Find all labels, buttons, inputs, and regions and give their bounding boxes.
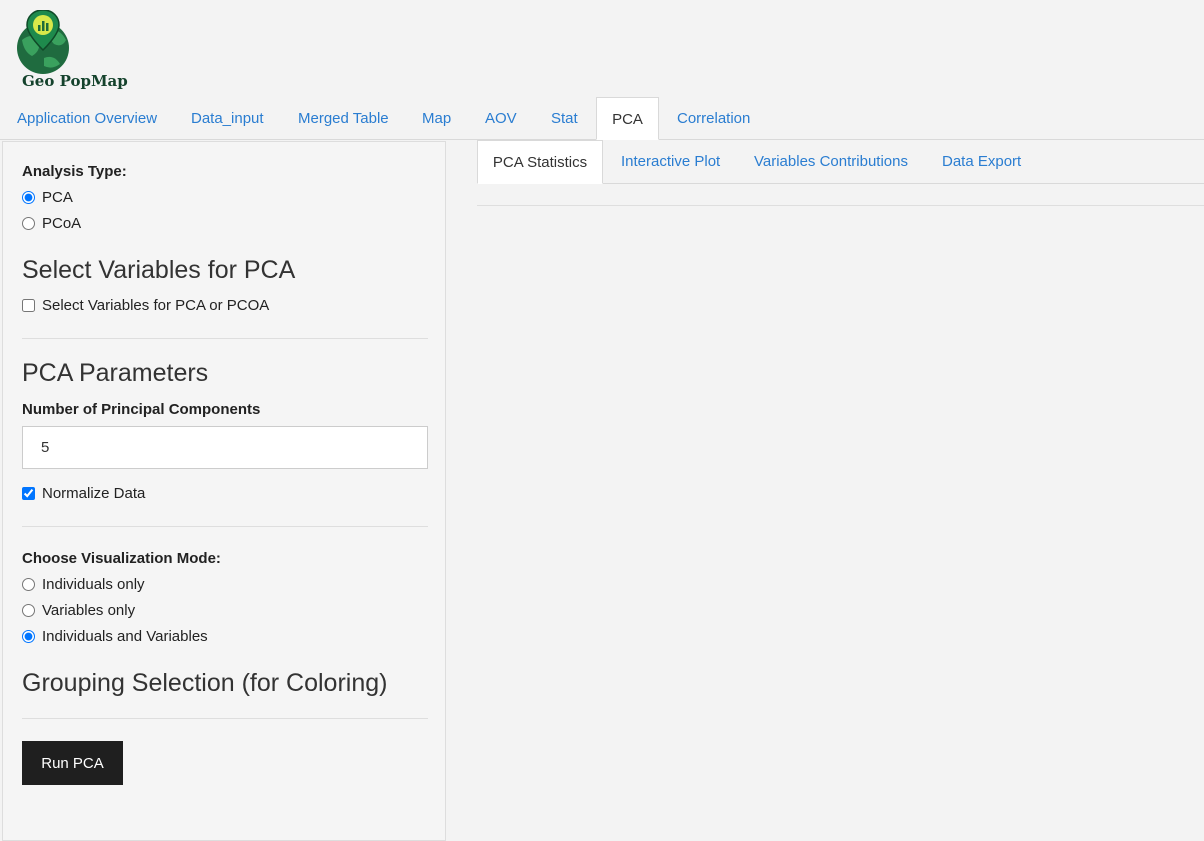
num-components-input[interactable] xyxy=(22,426,428,469)
radio-variables-only-label: Variables only xyxy=(42,602,136,619)
normalize-data-checkbox[interactable] xyxy=(22,487,35,500)
radio-pca-label: PCA xyxy=(42,189,73,206)
tab-merged-table[interactable]: Merged Table xyxy=(298,97,389,140)
tab-data-input[interactable]: Data_input xyxy=(191,97,264,140)
radio-individuals-and-variables-label: Individuals and Variables xyxy=(42,628,208,645)
tab-pca[interactable]: PCA xyxy=(596,97,659,140)
tab-variables-contributions[interactable]: Variables Contributions xyxy=(754,140,908,184)
radio-pcoa[interactable] xyxy=(22,217,35,230)
select-variables-checkbox-label: Select Variables for PCA or PCOA xyxy=(42,297,270,314)
tab-application-overview[interactable]: Application Overview xyxy=(17,97,157,140)
main-nav-tabs: Application Overview Data_input Merged T… xyxy=(0,97,1204,140)
radio-pcoa-label: PCoA xyxy=(42,215,82,232)
divider xyxy=(22,338,428,339)
tab-data-export[interactable]: Data Export xyxy=(942,140,1021,184)
run-pca-button[interactable]: Run PCA xyxy=(22,741,123,785)
viz-mode-label: Choose Visualization Mode: xyxy=(22,550,221,567)
tab-correlation[interactable]: Correlation xyxy=(677,97,750,140)
tab-stat[interactable]: Stat xyxy=(551,97,578,140)
tab-map[interactable]: Map xyxy=(422,97,451,140)
radio-individuals-only-label: Individuals only xyxy=(42,576,145,593)
radio-variables-only[interactable] xyxy=(22,604,35,617)
content-divider xyxy=(477,205,1204,206)
tab-pca-statistics[interactable]: PCA Statistics xyxy=(477,140,603,184)
num-components-label: Number of Principal Components xyxy=(22,401,261,418)
select-variables-checkbox[interactable] xyxy=(22,299,35,312)
pca-sidebar-panel: Analysis Type: PCA PCoA Select Variables… xyxy=(2,141,446,841)
radio-individuals-and-variables[interactable] xyxy=(22,630,35,643)
divider xyxy=(22,718,428,719)
radio-pca[interactable] xyxy=(22,191,35,204)
logo-text: Geo PopMap xyxy=(22,72,128,90)
normalize-data-label: Normalize Data xyxy=(42,485,146,502)
analysis-type-label: Analysis Type: xyxy=(22,163,127,180)
pca-parameters-heading: PCA Parameters xyxy=(22,359,209,387)
divider xyxy=(22,526,428,527)
pca-sub-tabs: PCA Statistics Interactive Plot Variable… xyxy=(477,140,1204,184)
grouping-selection-heading: Grouping Selection (for Coloring) xyxy=(22,669,388,697)
radio-individuals-only[interactable] xyxy=(22,578,35,591)
globe-pin-icon xyxy=(17,9,69,74)
tab-interactive-plot[interactable]: Interactive Plot xyxy=(621,140,720,184)
select-variables-heading: Select Variables for PCA xyxy=(22,256,296,284)
tab-aov[interactable]: AOV xyxy=(485,97,517,140)
